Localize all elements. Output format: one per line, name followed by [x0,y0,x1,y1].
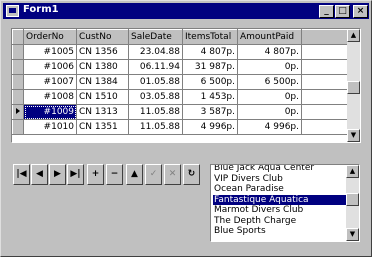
column-header-itemstotal[interactable]: ItemsTotal [182,29,238,45]
table-cell[interactable]: 4 807p. [182,44,238,60]
table-cell[interactable]: CN 1510 [76,89,129,105]
table-cell[interactable]: #1007 [23,74,77,90]
row-indicator[interactable] [12,44,24,60]
table-cell[interactable]: 0p. [237,89,302,105]
list-item[interactable]: Ocean Paradise [213,184,347,194]
table-cell[interactable]: #1009 [23,104,77,120]
window-title: Form1 [23,4,59,15]
table-cell[interactable]: #1005 [23,44,77,60]
nav-insert-button[interactable]: + [87,164,104,185]
table-cell-empty [301,74,352,90]
row-indicator[interactable] [12,104,24,120]
table-cell-empty [301,119,352,135]
table-cell-empty [301,104,352,120]
minimize-button[interactable]: _ [319,5,334,18]
table-cell[interactable]: 4 996p. [182,119,238,135]
table-cell[interactable]: CN 1313 [76,104,129,120]
table-cell[interactable]: 06.11.94 [128,59,183,75]
row-indicator[interactable] [12,59,24,75]
table-cell[interactable]: #1006 [23,59,77,75]
table-cell[interactable]: 4 996p. [237,119,302,135]
maximize-button[interactable]: □ [335,5,350,18]
table-cell[interactable]: 6 500p. [182,74,238,90]
indicator-header [12,29,24,45]
nav-edit-button[interactable]: ▲ [126,164,143,185]
table-row[interactable]: #1009 CN 1313 11.05.88 3 587p. 0p. [12,104,352,120]
table-cell[interactable]: 23.04.88 [128,44,183,60]
table-cell[interactable]: CN 1380 [76,59,129,75]
header-row: OrderNo CustNo SaleDate ItemsTotal Amoun… [12,29,352,45]
list-scroll-thumb[interactable] [346,193,359,206]
table-cell[interactable]: 6 500p. [237,74,302,90]
customers-listbox[interactable]: Blue Jack Aqua Center VIP Divers Club Ocea… [210,164,360,242]
scroll-thumb[interactable] [347,81,360,94]
table-cell-empty [301,44,352,60]
list-item[interactable]: Marmot Divers Club [213,205,347,215]
table-cell[interactable]: 0p. [237,59,302,75]
table-cell[interactable]: 3 587p. [182,104,238,120]
nav-first-button[interactable]: |◀ [13,164,30,185]
nav-prior-button[interactable]: ◀ [31,164,48,185]
table-cell[interactable]: 11.05.88 [128,119,183,135]
table-cell[interactable]: 4 807p. [237,44,302,60]
nav-refresh-button[interactable]: ↻ [183,164,200,185]
close-button[interactable]: × [353,5,368,18]
orders-table: OrderNo CustNo SaleDate ItemsTotal Amoun… [12,29,352,135]
table-row[interactable]: #1010 CN 1351 11.05.88 4 996p. 4 996p. [12,119,352,135]
nav-delete-button[interactable]: − [106,164,123,185]
current-row-pointer-icon [16,108,20,114]
table-row[interactable]: #1006 CN 1380 06.11.94 31 987p. 0p. [12,59,352,75]
orders-grid[interactable]: OrderNo CustNo SaleDate ItemsTotal Amoun… [11,28,361,143]
db-navigator: |◀ ◀ ▶ ▶| + − ▲ ✓ ✕ ↻ [13,164,200,185]
list-item[interactable]: Blue Jack Aqua Center [213,165,347,173]
table-cell[interactable]: #1010 [23,119,77,135]
table-cell-empty [301,89,352,105]
nav-cancel-button[interactable]: ✕ [164,164,181,185]
table-cell[interactable]: 11.05.88 [128,104,183,120]
row-indicator[interactable] [12,119,24,135]
table-cell[interactable]: 01.05.88 [128,74,183,90]
table-row[interactable]: #1007 CN 1384 01.05.88 6 500p. 6 500p. [12,74,352,90]
table-cell[interactable]: 0p. [237,104,302,120]
table-cell[interactable]: 31 987p. [182,59,238,75]
title-bar[interactable]: Form1 _ □ × [3,3,369,19]
column-header-extra [301,29,352,45]
app-icon[interactable] [6,5,19,17]
list-item[interactable]: Blue Sports [213,226,347,236]
table-cell[interactable]: CN 1384 [76,74,129,90]
list-scroll-up-button[interactable]: ▲ [346,165,359,178]
table-cell[interactable]: 03.05.88 [128,89,183,105]
list-item[interactable]: VIP Divers Club [213,174,347,184]
list-scroll-down-button[interactable]: ▼ [346,228,359,241]
column-header-orderno[interactable]: OrderNo [23,29,77,45]
nav-post-button[interactable]: ✓ [145,164,162,185]
table-cell[interactable]: CN 1356 [76,44,129,60]
table-row[interactable]: #1008 CN 1510 03.05.88 1 453p. 0p. [12,89,352,105]
table-cell-empty [301,59,352,75]
row-indicator[interactable] [12,89,24,105]
main-window: Form1 _ □ × OrderNo CustNo SaleDate Item… [0,0,372,257]
list-item[interactable]: The Depth Charge [213,216,347,226]
column-header-amountpaid[interactable]: AmountPaid [237,29,302,45]
table-row[interactable]: #1005 CN 1356 23.04.88 4 807p. 4 807p. [12,44,352,60]
scroll-down-button[interactable]: ▼ [347,129,360,142]
column-header-saledate[interactable]: SaleDate [128,29,183,45]
column-header-custno[interactable]: CustNo [76,29,129,45]
nav-next-button[interactable]: ▶ [49,164,66,185]
table-cell[interactable]: 1 453p. [182,89,238,105]
grid-vertical-scrollbar[interactable]: ▲ ▼ [347,29,360,142]
scroll-up-button[interactable]: ▲ [347,29,360,42]
table-cell[interactable]: #1008 [23,89,77,105]
list-item[interactable]: Fantastique Aquatica [213,194,347,205]
nav-last-button[interactable]: ▶| [67,164,84,185]
listbox-vertical-scrollbar[interactable]: ▲ ▼ [346,165,359,241]
table-cell[interactable]: CN 1351 [76,119,129,135]
row-indicator[interactable] [12,74,24,90]
